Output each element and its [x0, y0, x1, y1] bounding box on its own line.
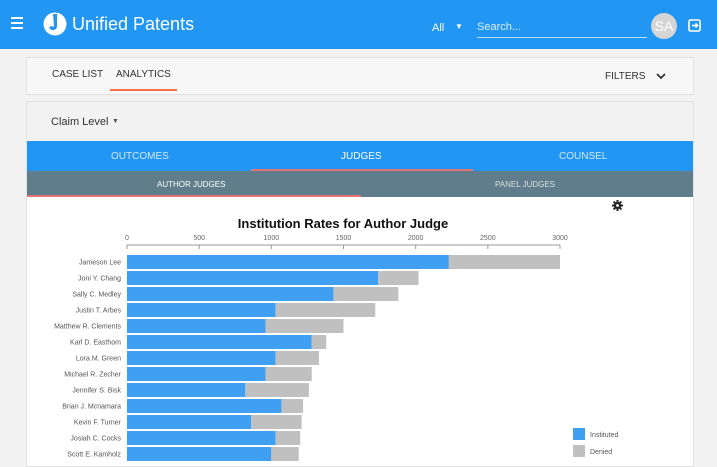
bar-denied[interactable]	[265, 367, 312, 381]
category-label: Scott E. Kamholz	[67, 452, 121, 459]
claim-level-bar: Claim Level ▼	[27, 102, 693, 141]
tab-case-list[interactable]: CASE LIST	[52, 69, 103, 80]
bar-instituted[interactable]	[127, 415, 252, 429]
claim-level-select[interactable]: Claim Level	[51, 116, 108, 128]
bar-denied[interactable]	[281, 399, 304, 413]
bar-denied[interactable]	[448, 255, 560, 269]
legend-label: Denied	[590, 449, 612, 456]
x-tick-label: 0	[125, 235, 129, 242]
legend-label: Instituted	[590, 432, 619, 439]
bar-denied[interactable]	[265, 319, 344, 333]
category-label: Michael R. Zecher	[64, 372, 121, 379]
category-label: Brian J. Mcnamara	[62, 404, 121, 411]
bar-instituted[interactable]	[127, 287, 334, 301]
legend-swatch	[573, 428, 585, 440]
category-label: Josiah C. Cocks	[70, 436, 121, 443]
bar-instituted[interactable]	[127, 399, 282, 413]
category-label: Joni Y. Chang	[78, 276, 121, 283]
bar-denied[interactable]	[378, 271, 419, 285]
brand-name[interactable]: Unified Patents	[72, 14, 194, 35]
bar-denied[interactable]	[311, 335, 327, 349]
chart-title: Institution Rates for Author Judge	[238, 216, 448, 231]
x-tick-label: 1500	[336, 235, 352, 242]
filters-button[interactable]: FILTERS	[605, 71, 645, 82]
caret-down-icon[interactable]: ▼	[112, 118, 119, 125]
logout-icon[interactable]	[688, 19, 701, 32]
tab-analytics[interactable]: ANALYTICS	[116, 69, 171, 80]
bar-denied[interactable]	[275, 351, 319, 365]
category-label: Karl D. Easthom	[70, 340, 121, 347]
category-label: Lora M. Green	[76, 356, 121, 363]
category-tabs: OUTCOMES JUDGES COUNSEL	[27, 141, 693, 171]
menu-icon[interactable]	[11, 17, 23, 29]
category-label: Sally C. Medley	[72, 292, 121, 299]
bar-denied[interactable]	[275, 303, 376, 317]
scope-select[interactable]: All	[432, 22, 444, 34]
bar-instituted[interactable]	[127, 367, 266, 381]
bar-denied[interactable]	[271, 447, 299, 461]
bar-denied[interactable]	[251, 415, 302, 429]
tab-counsel[interactable]: COUNSEL	[559, 151, 607, 162]
x-tick-label: 1000	[264, 235, 280, 242]
app-bar: Unified Patents All ▼ SA	[0, 0, 717, 49]
bar-denied[interactable]	[275, 431, 301, 445]
bar-instituted[interactable]	[127, 271, 379, 285]
avatar[interactable]: SA	[651, 13, 677, 39]
judge-subtabs: AUTHOR JUDGES PANEL JUDGES	[27, 171, 693, 197]
bar-instituted[interactable]	[127, 303, 276, 317]
tab-outcomes[interactable]: OUTCOMES	[111, 151, 169, 162]
chevron-down-icon[interactable]	[656, 73, 666, 80]
logo-icon[interactable]	[43, 12, 67, 36]
x-tick-label: 3000	[552, 235, 568, 242]
institution-rates-chart: Institution Rates for Author Judge 0 500 1…	[54, 216, 619, 461]
caret-down-icon[interactable]: ▼	[455, 22, 463, 31]
active-subtab-indicator	[27, 195, 361, 197]
tab-author-judges[interactable]: AUTHOR JUDGES	[157, 180, 225, 189]
category-label: Jennifer S. Bisk	[72, 388, 121, 395]
bar-instituted[interactable]	[127, 319, 266, 333]
bar-instituted[interactable]	[127, 351, 276, 365]
analytics-card: Claim Level ▼ OUTCOMES JUDGES COUNSEL AU…	[26, 101, 694, 467]
search-input[interactable]	[477, 16, 647, 38]
gear-icon[interactable]	[612, 200, 623, 211]
nav-card: CASE LIST ANALYTICS FILTERS	[26, 57, 694, 95]
category-label: Jameson Lee	[79, 260, 121, 267]
bar-instituted[interactable]	[127, 383, 246, 397]
tab-panel-judges[interactable]: PANEL JUDGES	[495, 180, 555, 189]
active-tab-indicator	[110, 89, 177, 91]
bar-instituted[interactable]	[127, 447, 272, 461]
x-tick-label: 2500	[480, 235, 496, 242]
bar-instituted[interactable]	[127, 255, 449, 269]
category-label: Justin T. Arbes	[76, 308, 122, 315]
category-label: Matthew R. Clements	[54, 324, 121, 331]
legend-swatch	[573, 445, 585, 457]
x-tick-label: 500	[193, 235, 205, 242]
category-label: Kevin F. Turner	[74, 420, 122, 427]
bar-denied[interactable]	[333, 287, 399, 301]
x-tick-label: 2000	[408, 235, 424, 242]
bar-denied[interactable]	[245, 383, 309, 397]
tab-judges[interactable]: JUDGES	[341, 151, 382, 162]
bar-instituted[interactable]	[127, 431, 276, 445]
bar-instituted[interactable]	[127, 335, 312, 349]
